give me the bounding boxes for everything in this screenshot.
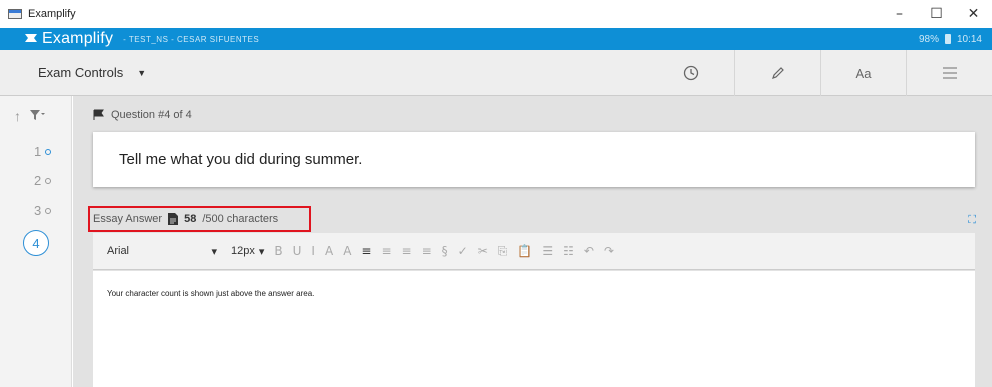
- question-nav: ↑ 1 2 3 4: [0, 96, 72, 387]
- font-size-button[interactable]: Aa: [820, 50, 906, 96]
- font-family-select[interactable]: Arial ▾: [107, 245, 217, 258]
- arrow-up-icon[interactable]: ↑: [14, 108, 21, 124]
- status-dot-icon: [45, 177, 52, 184]
- app-header: Examplify - TEST_NS - CESAR SIFUENTES 98…: [0, 28, 992, 50]
- essay-answer-bar: Essay Answer 58 /500 characters: [88, 206, 311, 232]
- bullet-list-icon[interactable]: ☰: [542, 244, 553, 259]
- answer-content: Your character count is shown just above…: [107, 289, 315, 298]
- essay-label: Essay Answer: [93, 213, 163, 225]
- status-dot-icon: [45, 148, 52, 155]
- chevron-down-icon: ▼: [137, 67, 147, 78]
- font-family-value: Arial: [107, 244, 130, 257]
- copy-icon[interactable]: ⎘: [498, 244, 508, 259]
- cut-icon[interactable]: ✂: [478, 244, 488, 259]
- question-card: Tell me what you did during summer.: [93, 132, 975, 187]
- clock-time: 10:14: [956, 33, 982, 45]
- font-size-value: 12px: [231, 244, 255, 257]
- underline-icon[interactable]: U: [293, 244, 302, 259]
- exam-toolbar: Exam Controls ▼ Aa: [0, 50, 992, 96]
- window-controls: – ☐ ✕: [881, 0, 992, 28]
- filter-icon[interactable]: [29, 108, 45, 124]
- formatting-tools: B U I A A ≡ ≡ ≡ ≡ § ✓ ✂ ⎘ 📋 ☰ ☷ ↶ ↷: [274, 244, 614, 259]
- character-limit: /500 characters: [202, 213, 279, 225]
- align-left-icon[interactable]: ≡: [361, 244, 371, 259]
- bold-icon[interactable]: B: [274, 244, 282, 259]
- paste-icon[interactable]: 📋: [517, 244, 532, 259]
- italic-icon[interactable]: I: [311, 244, 315, 259]
- justify-icon[interactable]: ≡: [422, 244, 432, 259]
- status-area: 98% 10:14: [919, 34, 982, 45]
- exam-controls-label: Exam Controls: [38, 65, 124, 80]
- undo-icon[interactable]: ↶: [584, 244, 594, 259]
- question-item-3[interactable]: 3: [34, 203, 52, 218]
- minimize-button[interactable]: –: [881, 0, 918, 28]
- answer-textarea[interactable]: Your character count is shown just above…: [93, 271, 975, 387]
- exam-controls-menu[interactable]: Exam Controls ▼: [38, 65, 146, 80]
- align-center-icon[interactable]: ≡: [381, 244, 391, 259]
- character-count: 58: [184, 213, 197, 225]
- maximize-button[interactable]: ☐: [918, 0, 955, 28]
- redo-icon[interactable]: ↷: [604, 244, 614, 259]
- exam-info: - TEST_NS - CESAR SIFUENTES: [123, 34, 260, 44]
- app-logo-text: Examplify: [42, 30, 114, 47]
- question-text: Tell me what you did during summer.: [119, 151, 363, 168]
- font-shrink-icon[interactable]: A: [343, 244, 351, 259]
- question-item-1[interactable]: 1: [34, 144, 52, 159]
- document-icon: [168, 213, 179, 225]
- app-icon: [8, 9, 22, 19]
- close-button[interactable]: ✕: [955, 0, 992, 28]
- font-size-select[interactable]: 12px ▾: [231, 245, 264, 258]
- spellcheck-icon[interactable]: ✓: [458, 244, 468, 259]
- font-size-label: Aa: [855, 65, 872, 81]
- battery-icon: [944, 34, 951, 44]
- window-title: Examplify: [28, 8, 76, 20]
- examplify-logo-icon: [24, 31, 38, 47]
- align-right-icon[interactable]: ≡: [402, 244, 412, 259]
- question-counter: Question #4 of 4: [111, 109, 192, 121]
- menu-button[interactable]: [906, 50, 992, 96]
- question-number: 3: [34, 203, 42, 218]
- nav-tools: ↑: [14, 108, 45, 124]
- status-dot-icon: [45, 207, 52, 214]
- tool-group: Aa: [648, 50, 992, 96]
- timer-button[interactable]: [648, 50, 734, 96]
- question-number: 2: [34, 173, 42, 188]
- hamburger-icon: [942, 67, 957, 79]
- expand-icon[interactable]: ⛶: [968, 214, 976, 227]
- window-titlebar: Examplify – ☐ ✕: [0, 0, 992, 28]
- flag-icon[interactable]: [93, 109, 105, 121]
- dropdown-arrow-icon: ▾: [258, 245, 265, 258]
- question-item-current[interactable]: 4: [23, 230, 49, 256]
- question-item-2[interactable]: 2: [34, 173, 52, 188]
- highlighter-button[interactable]: [734, 50, 820, 96]
- clock-icon: [683, 65, 699, 81]
- dropdown-arrow-icon: ▾: [211, 245, 217, 258]
- editor-toolbar: Arial ▾ 12px ▾ B U I A A ≡ ≡ ≡ ≡ § ✓ ✂ ⎘…: [93, 233, 975, 270]
- section-icon[interactable]: §: [442, 244, 448, 259]
- font-grow-icon[interactable]: A: [325, 244, 333, 259]
- pencil-icon: [771, 67, 784, 79]
- battery-percent: 98%: [918, 33, 939, 45]
- question-number: 1: [34, 144, 42, 159]
- numbered-list-icon[interactable]: ☷: [563, 244, 574, 259]
- question-header: Question #4 of 4: [93, 109, 192, 121]
- question-area: Question #4 of 4 Tell me what you did du…: [73, 96, 992, 387]
